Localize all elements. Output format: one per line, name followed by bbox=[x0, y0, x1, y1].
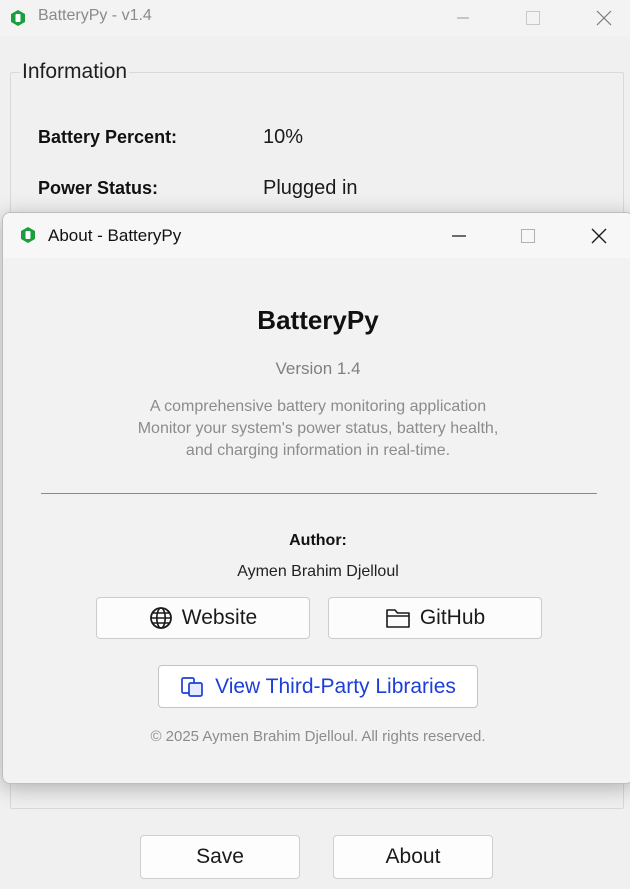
maximize-icon bbox=[526, 11, 540, 25]
about-button[interactable]: About bbox=[333, 835, 493, 879]
maximize-button[interactable] bbox=[510, 0, 556, 36]
minimize-button[interactable] bbox=[440, 0, 486, 36]
close-icon bbox=[591, 228, 607, 243]
copyright-text: © 2025 Aymen Brahim Djelloul. All rights… bbox=[150, 728, 486, 745]
author-label: Author: bbox=[289, 532, 347, 549]
minimize-icon bbox=[452, 234, 466, 237]
information-group-title: Information bbox=[20, 60, 130, 84]
author-name: Aymen Brahim Djelloul bbox=[237, 563, 399, 580]
battery-percent-value: 10% bbox=[263, 126, 304, 148]
power-status-label: Power Status: bbox=[38, 178, 159, 198]
battery-percent-label: Battery Percent: bbox=[38, 127, 178, 147]
folder-icon bbox=[386, 609, 410, 628]
description-line: Monitor your system's power status, batt… bbox=[137, 420, 499, 437]
globe-icon bbox=[149, 607, 172, 629]
minimize-icon bbox=[457, 17, 469, 19]
view-third-party-libraries-button[interactable]: View Third-Party Libraries bbox=[158, 665, 478, 708]
github-button[interactable]: GitHub bbox=[328, 597, 542, 639]
about-minimize-button[interactable] bbox=[436, 213, 482, 258]
window-title: BatteryPy - v1.4 bbox=[38, 7, 152, 24]
website-button[interactable]: Website bbox=[96, 597, 310, 639]
github-button-label: GitHub bbox=[419, 606, 486, 629]
description-line: and charging information in real-time. bbox=[185, 442, 451, 459]
battery-app-icon bbox=[11, 10, 25, 26]
description-line: A comprehensive battery monitoring appli… bbox=[149, 398, 487, 415]
app-name-heading: BatteryPy bbox=[257, 305, 379, 335]
version-text: Version 1.4 bbox=[275, 359, 361, 378]
third-party-libraries-label: View Third-Party Libraries bbox=[215, 674, 456, 698]
maximize-icon bbox=[521, 228, 535, 243]
about-close-button[interactable] bbox=[576, 213, 622, 258]
about-title-bar: About - BatteryPy bbox=[3, 213, 630, 258]
website-button-label: Website bbox=[181, 606, 258, 629]
save-button[interactable]: Save bbox=[140, 835, 300, 879]
about-maximize-button[interactable] bbox=[505, 213, 551, 258]
divider bbox=[41, 493, 597, 494]
main-title-bar: BatteryPy - v1.4 bbox=[0, 0, 630, 36]
copy-icon bbox=[181, 676, 203, 697]
battery-app-icon bbox=[21, 227, 35, 243]
about-dialog-title: About - BatteryPy bbox=[48, 226, 182, 245]
close-icon bbox=[596, 10, 612, 26]
about-dialog: About - BatteryPy BatteryPy Version 1.4 … bbox=[2, 212, 630, 784]
power-status-value: Plugged in bbox=[263, 177, 358, 199]
app-description: A comprehensive battery monitoring appli… bbox=[3, 396, 630, 462]
close-button[interactable] bbox=[581, 0, 627, 36]
